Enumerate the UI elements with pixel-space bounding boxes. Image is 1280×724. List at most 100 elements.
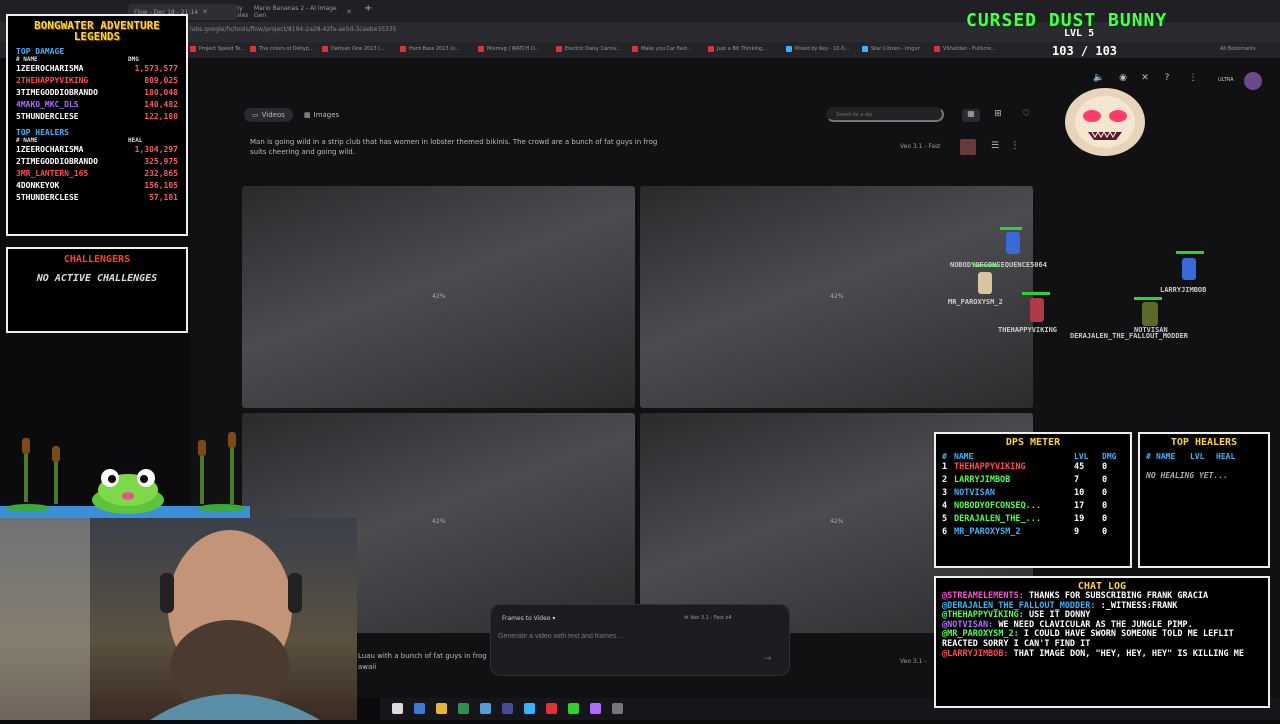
player-name: 5THUNDERCLESE <box>16 112 79 121</box>
bookmark-icon <box>862 46 868 52</box>
healer-row: 1ZEEROCHARISMA 1,304,297 <box>16 144 178 156</box>
bookmark[interactable]: VShatdan - Fullscre... <box>934 46 996 52</box>
avatar[interactable] <box>1244 72 1262 90</box>
player-name: 5THUNDERCLESE <box>16 193 79 202</box>
dps-list: 1 THEHAPPYVIKING 45 0 2 LARRYJIMBOB 7 0 3 NOTVISA… <box>942 461 1124 539</box>
mode-dropdown[interactable]: Frames to Video ▾ <box>502 615 555 622</box>
close-icon[interactable]: ✕ <box>202 8 208 16</box>
url-text[interactable]: labs.google/fx/tools/flow/project/8194-2… <box>190 26 397 33</box>
player-sprite <box>978 272 992 294</box>
player-label: LARRYJIMBOB <box>1160 286 1207 294</box>
progress-percent: 42% <box>830 518 844 525</box>
heart-icon[interactable]: ♡ <box>1018 109 1034 119</box>
prompt-text: Luau with a bunch of fat guys in frog aw… <box>358 652 487 671</box>
bookmark[interactable]: Mixmag | WATCH D... <box>478 46 540 52</box>
player-name: 2THEHAPPYVIKING <box>16 76 89 85</box>
images-toggle[interactable]: ▦ Images <box>296 108 347 122</box>
close-icon[interactable]: ✕ <box>346 8 352 16</box>
bookmark[interactable]: Just a Bit Thinking... <box>708 46 767 52</box>
player-sprite <box>1006 232 1020 254</box>
chat-username: @MR_PAROXYSM_2: <box>942 629 1019 640</box>
send-arrow-icon[interactable]: → <box>764 654 772 664</box>
taskbar-app-icon[interactable] <box>546 703 557 714</box>
chat-text: :_WITNESS:FRANK <box>1100 600 1178 611</box>
bookmark-icon <box>478 46 484 52</box>
healer-row: 2TIMEGODDIOBRANDO 325,975 <box>16 156 178 168</box>
taskbar-app-icon[interactable] <box>414 703 425 714</box>
dps-level: 7 <box>1074 475 1080 485</box>
more-options-icon[interactable]: ⋮ <box>1008 141 1022 151</box>
more-menu-icon[interactable]: ⋮ <box>1186 73 1200 83</box>
taskbar-app-icon[interactable] <box>568 703 579 714</box>
taskbar-app-icon[interactable] <box>502 703 513 714</box>
all-bookmarks-link[interactable]: All Bookmarks <box>1220 46 1256 52</box>
grid-large-icon[interactable]: ⊞ <box>990 109 1006 119</box>
top-healers-panel: TOP HEALERS # NAME LVL HEAL NO HEALING Y… <box>1138 432 1270 568</box>
model-selector[interactable]: ⚙ Veo 3.1 - Fast x4 <box>684 615 732 621</box>
model-label: Veo 3.1 - <box>900 658 927 665</box>
damage-list: 1ZEEROCHARISMA 1,573,577 2THEHAPPYVIKING 80… <box>16 63 178 123</box>
bookmark[interactable]: Make you Car Fast... <box>632 46 692 52</box>
dps-damage: 0 <box>1102 501 1108 511</box>
dps-name: NOTVISAN <box>954 488 995 498</box>
taskbar-app-icon[interactable] <box>612 703 623 714</box>
bookmark[interactable]: Deltyan One 2013 I... <box>322 46 384 52</box>
dps-damage: 0 <box>1102 527 1108 537</box>
healer-list: 1ZEEROCHARISMA 1,304,297 2TIMEGODDIOBRANDO… <box>16 144 178 204</box>
dps-name: THEHAPPYVIKING <box>954 462 1026 472</box>
boss-level: LVL 5 <box>1064 28 1095 39</box>
list-icon[interactable]: ☰ <box>988 141 1002 151</box>
dps-level: 10 <box>1074 488 1085 498</box>
chat-message: @MR_PAROXYSM_2: I COULD HAVE SWORN SOMEO… <box>942 630 1262 649</box>
bookmark-icon <box>190 46 196 52</box>
chat-username: @DERAJALEN_THE_FALLOUT_MODDER: <box>942 600 1096 611</box>
player-label: DERAJALEN_THE_FALLOUT_MODDER <box>1070 332 1189 340</box>
prompt-input[interactable] <box>498 633 768 640</box>
videos-toggle[interactable]: ▭ Videos <box>244 108 293 122</box>
taskbar-app-icon[interactable] <box>590 703 601 714</box>
clip-search-input[interactable] <box>826 107 944 122</box>
boss-hp: 103 / 103 <box>1052 44 1118 58</box>
chat-message: @LARRYJIMBOB: THAT IMAGE DON, "HEY, HEY,… <box>942 648 1262 660</box>
ultra-badge: ULTRA <box>1218 77 1234 83</box>
reference-thumbnail[interactable] <box>960 139 976 155</box>
dps-row: 2 LARRYJIMBOB 7 0 <box>942 474 1124 487</box>
chat-log-panel: CHAT LOG @STREAMELEMENTS: THANKS FOR SUB… <box>934 576 1270 708</box>
new-tab-button[interactable]: + <box>364 3 372 14</box>
bookmark[interactable]: Star Citizen - Imgur <box>862 46 920 52</box>
dps-rank: 2 <box>942 475 948 485</box>
dps-rank: 1 <box>942 462 948 472</box>
taskbar-app-icon[interactable] <box>480 703 491 714</box>
player-value: 809,025 <box>144 76 178 85</box>
damage-row: 1ZEEROCHARISMA 1,573,577 <box>16 63 178 75</box>
player-value: 1,304,297 <box>134 145 178 154</box>
webcam-feed <box>0 518 357 720</box>
bookmark[interactable]: Electric Daisy Carniv... <box>556 46 621 52</box>
dps-level: 19 <box>1074 514 1085 524</box>
dust-bunny-boss-sprite <box>1065 88 1145 156</box>
dps-rank: 4 <box>942 501 948 511</box>
taskbar-app-icon[interactable] <box>524 703 535 714</box>
chat-username: @LARRYJIMBOB: <box>942 648 1009 659</box>
browser-tab-3[interactable]: Mario Bananas 2 - AI Image Gen ✕ <box>248 4 358 20</box>
bookmark[interactable]: The colors of Dehyp... <box>250 46 314 52</box>
grid-view-icon[interactable]: ▦ <box>962 109 980 122</box>
bookmark[interactable]: Hard Bass 2013 (o... <box>400 46 460 52</box>
player-value: 122,180 <box>144 112 178 121</box>
dps-row: 3 NOTVISAN 10 0 <box>942 487 1124 500</box>
player-health-bar <box>1000 227 1022 230</box>
taskbar-app-icon[interactable] <box>392 703 403 714</box>
bookmark[interactable]: Mixed by Key - 10-5... <box>786 46 849 52</box>
taskbar-app-icon[interactable] <box>458 703 469 714</box>
legends-leaderboard: BONGWATER ADVENTURE LEGENDS TOP DAMAGE #… <box>6 14 188 236</box>
bookmark-icon <box>250 46 256 52</box>
bookmark[interactable]: Project Speed Te... <box>190 46 245 52</box>
column-headers: # NAME DMG <box>16 56 139 63</box>
damage-row: 5THUNDERCLESE 122,180 <box>16 111 178 123</box>
help-icon[interactable]: ? <box>1160 73 1174 83</box>
dps-name: DERAJALEN_THE_... <box>954 514 1041 524</box>
taskbar-app-icon[interactable] <box>436 703 447 714</box>
progress-percent: 42% <box>432 293 446 300</box>
dps-name: LARRYJIMBOB <box>954 475 1011 485</box>
leaderboard-title: BONGWATER ADVENTURE LEGENDS <box>34 19 160 43</box>
